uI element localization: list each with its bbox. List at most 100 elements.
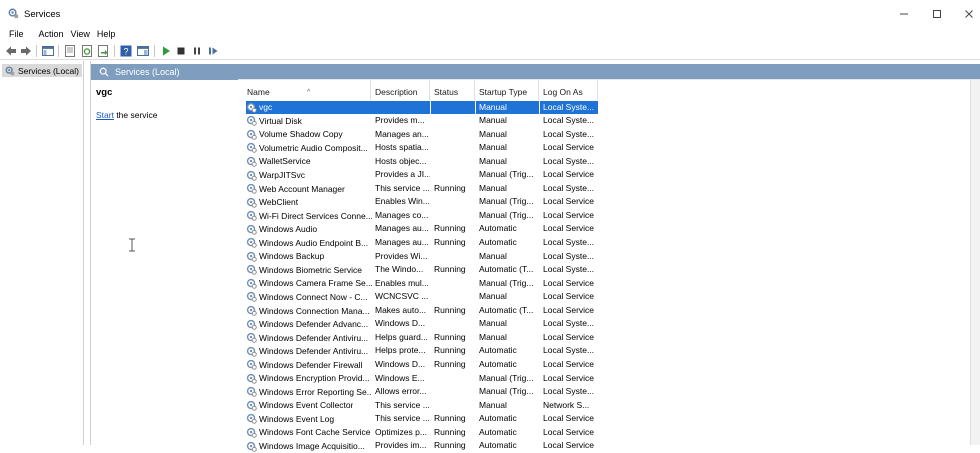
service-name-cell[interactable]: vgc — [246, 100, 372, 114]
service-row[interactable]: Windows Defender Antiviru... Helps prote.… — [238, 344, 980, 358]
service-row[interactable]: Windows Audio Manages au... Running Automat… — [238, 222, 980, 236]
service-description — [372, 100, 430, 114]
export-list-icon[interactable] — [97, 45, 109, 57]
menu-bar: File Action View Help — [0, 27, 980, 41]
service-row[interactable]: WalletService Hosts objec... Manual Local S… — [238, 155, 980, 169]
service-name-cell[interactable]: Wi-Fi Direct Services Conne... — [246, 209, 372, 223]
service-gear-icon — [246, 305, 257, 316]
service-status — [431, 250, 475, 264]
menu-file[interactable]: File — [7, 27, 29, 41]
service-description: Makes auto... — [375, 304, 427, 315]
service-gear-icon — [246, 129, 257, 140]
refresh-icon[interactable] — [81, 45, 93, 57]
service-status — [431, 155, 475, 169]
service-row[interactable]: Windows Biometric Service The Windo... Run… — [238, 263, 980, 277]
back-arrow-icon[interactable] — [5, 45, 17, 57]
stop-service-icon[interactable] — [175, 45, 187, 57]
service-name-cell[interactable]: Volume Shadow Copy — [246, 128, 372, 142]
service-name-cell[interactable]: Web Account Manager — [246, 182, 372, 196]
service-name-cell[interactable]: Windows Connection Mana... — [246, 304, 372, 318]
service-name-cell[interactable]: Windows Audio — [246, 222, 372, 236]
service-name-cell[interactable]: Windows Camera Frame Se... — [246, 277, 372, 291]
service-name-cell[interactable]: Windows Event Collector — [246, 399, 372, 413]
service-name-cell[interactable]: Windows Backup — [246, 250, 372, 264]
menu-help[interactable]: Help — [95, 27, 121, 41]
column-header-log-on-as[interactable]: Log On As — [539, 80, 598, 100]
service-startup-type: Manual — [479, 331, 507, 342]
tree-item-services-local[interactable]: Services (Local) — [2, 64, 82, 77]
service-gear-icon — [246, 292, 257, 303]
service-row[interactable]: Windows Defender Firewall Windows D... Run… — [238, 358, 980, 372]
service-row[interactable]: Windows Font Cache Service Optimizes p...… — [238, 426, 980, 440]
service-row[interactable]: Web Account Manager This service ... Runni… — [238, 182, 980, 196]
service-description: Manages co... — [375, 209, 429, 220]
service-row[interactable]: Windows Defender Antiviru... Helps guard.… — [238, 331, 980, 345]
service-name-cell[interactable]: WebClient — [246, 195, 372, 209]
close-button[interactable] — [952, 0, 980, 27]
service-name-cell[interactable]: WalletService — [246, 155, 372, 169]
service-row[interactable]: Windows Encryption Provid... Windows E...… — [238, 372, 980, 386]
service-row[interactable]: Windows Backup Provides Wi... Manual Local … — [238, 250, 980, 264]
start-service-icon[interactable] — [160, 45, 172, 57]
service-name-cell[interactable]: Windows Encryption Provid... — [246, 372, 372, 386]
vertical-scrollbar[interactable] — [970, 80, 980, 445]
service-name-cell[interactable]: Windows Defender Antiviru... — [246, 344, 372, 358]
service-row[interactable]: Virtual Disk Provides m... Manual Local Sys… — [238, 114, 980, 128]
restart-service-icon[interactable] — [207, 45, 219, 57]
maximize-button[interactable] — [920, 0, 954, 27]
help-icon[interactable]: ? — [120, 45, 132, 57]
service-row[interactable]: Volume Shadow Copy Manages an... Manual Loc… — [238, 128, 980, 142]
service-name-cell[interactable]: Virtual Disk — [246, 114, 372, 128]
service-status — [431, 141, 475, 155]
service-row[interactable]: Windows Error Reporting Se... Allows erro… — [238, 385, 980, 399]
menu-view[interactable]: View — [69, 27, 95, 41]
show-action-pane-icon[interactable] — [137, 45, 149, 57]
start-service-link[interactable]: Start — [96, 110, 114, 120]
service-name-cell[interactable]: Volumetric Audio Composit... — [246, 141, 372, 155]
service-startup-type: Automatic — [479, 223, 517, 234]
show-hide-console-tree-icon[interactable] — [42, 45, 54, 57]
service-row[interactable]: Windows Defender Advanc... Windows D... Ma… — [238, 317, 980, 331]
service-row[interactable]: Windows Event Log This service ... Running… — [238, 412, 980, 426]
service-row[interactable]: Windows Camera Frame Se... Enables mul...… — [238, 277, 980, 291]
service-gear-icon — [246, 211, 257, 221]
column-header-startup-type[interactable]: Startup Type — [475, 80, 539, 100]
properties-sheet-icon[interactable] — [64, 45, 76, 57]
service-status: Running — [434, 345, 466, 356]
column-header-description[interactable]: Description — [371, 80, 430, 100]
services-list: Name ^ Description Status Startup Type L… — [238, 79, 980, 452]
service-row[interactable]: Windows Audio Endpoint B... Manages au...… — [238, 236, 980, 250]
service-row[interactable]: Volumetric Audio Composit... Hosts spatia… — [238, 141, 980, 155]
service-name-cell[interactable]: Windows Error Reporting Se... — [246, 385, 372, 399]
service-row[interactable]: Windows Connection Mana... Makes auto... R… — [238, 304, 980, 318]
service-row[interactable]: Windows Event Collector This service ... M… — [238, 399, 980, 413]
service-name-cell[interactable]: Windows Font Cache Service — [246, 426, 372, 440]
service-row[interactable]: Windows Connect Now - C... WCNCSVC ... Man… — [238, 290, 980, 304]
column-header-status[interactable]: Status — [430, 80, 475, 100]
service-log-on-as: Local Syste... — [543, 345, 595, 356]
forward-arrow-icon[interactable] — [20, 45, 32, 57]
service-name-cell[interactable]: Windows Defender Firewall — [246, 358, 372, 372]
service-name-cell[interactable]: WarpJITSvc — [246, 168, 372, 182]
minimize-button[interactable] — [887, 0, 921, 27]
service-name: Windows Image Acquisitio... — [259, 441, 365, 451]
service-name-cell[interactable]: Windows Image Acquisitio... — [246, 439, 372, 453]
column-header-name[interactable]: Name ^ — [243, 80, 371, 100]
service-startup-type: Manual — [479, 182, 507, 193]
service-name-cell[interactable]: Windows Defender Antiviru... — [246, 331, 372, 345]
service-name-cell[interactable]: Windows Event Log — [246, 412, 372, 426]
service-row[interactable]: Wi-Fi Direct Services Conne... Manages co… — [238, 209, 980, 223]
service-log-on-as: Local Service — [543, 440, 595, 451]
service-name-cell[interactable]: Windows Biometric Service — [246, 263, 372, 277]
service-name-cell[interactable]: Windows Defender Advanc... — [246, 317, 372, 331]
service-name-cell[interactable]: Windows Connect Now - C... — [246, 290, 372, 304]
service-row[interactable]: Windows Image Acquisitio... Provides im..… — [238, 439, 980, 453]
service-name-cell[interactable]: Windows Audio Endpoint B... — [246, 236, 372, 250]
service-gear-icon — [246, 319, 257, 330]
menu-action[interactable]: Action — [37, 27, 69, 41]
service-row[interactable]: WarpJITSvc Provides a JI... Manual (Trig..… — [238, 168, 980, 182]
service-description: Hosts spatia... — [375, 142, 429, 153]
service-row[interactable]: vgc Manual Local Syste... — [238, 100, 980, 114]
pause-service-icon[interactable] — [191, 45, 203, 57]
service-row[interactable]: WebClient Enables Win... Manual (Trig... Lo… — [238, 195, 980, 209]
